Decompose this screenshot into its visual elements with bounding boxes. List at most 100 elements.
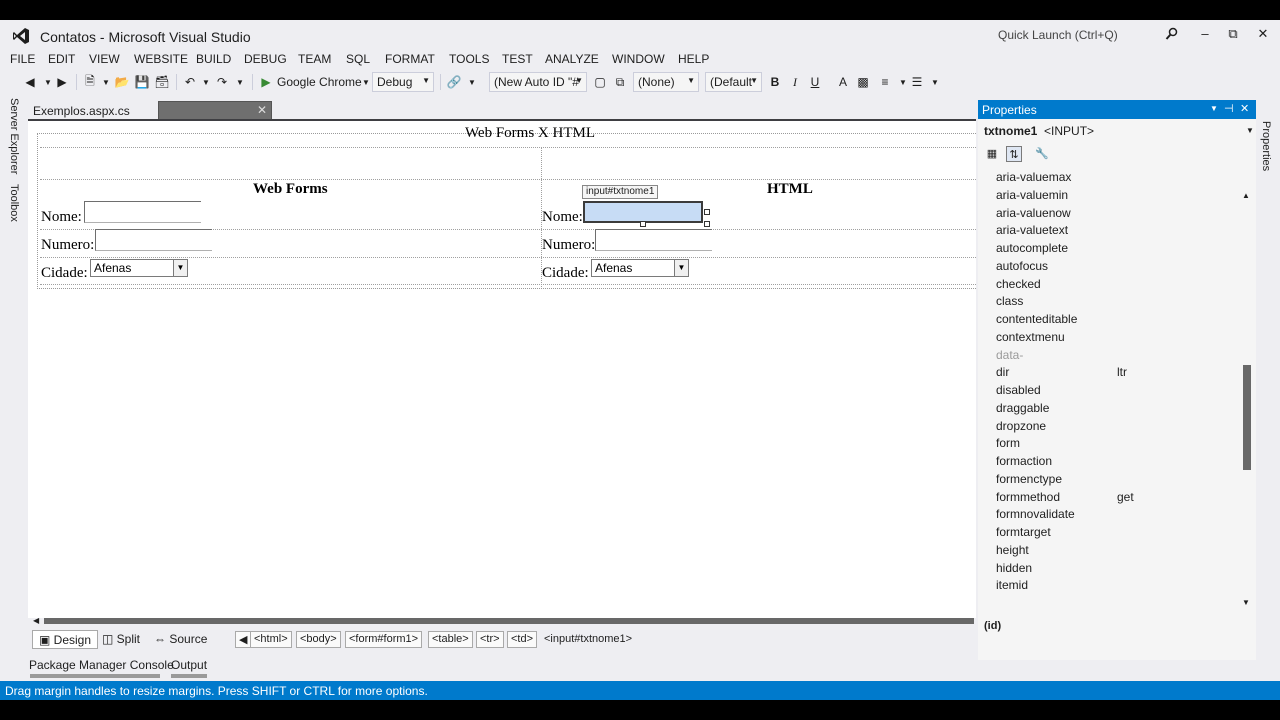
search-icon[interactable]	[1165, 27, 1179, 41]
chevron-down-icon[interactable]: ▼	[1246, 126, 1254, 135]
design-surface[interactable]: Web Forms X HTML Web Forms HTML Nome: Nu…	[28, 121, 976, 618]
breadcrumb-body[interactable]: <body>	[296, 631, 341, 648]
property-row[interactable]: aria-valuenow	[996, 206, 1236, 224]
undo-dropdown-icon[interactable]: ▼	[198, 74, 214, 90]
block-selection-icon[interactable]: ▢	[592, 74, 608, 90]
start-debugging-icon[interactable]: ▶	[258, 74, 274, 90]
property-row[interactable]: aria-valuemax	[996, 170, 1236, 188]
menu-build[interactable]: BUILD	[196, 52, 231, 66]
property-row[interactable]: formnovalidate	[996, 507, 1236, 525]
split-view-button[interactable]: ◫ Split	[96, 630, 146, 649]
breadcrumb-tr[interactable]: <tr>	[476, 631, 504, 648]
property-value[interactable]: get	[1117, 490, 1134, 504]
property-row[interactable]: hidden	[996, 561, 1236, 579]
menu-format[interactable]: FORMAT	[385, 52, 435, 66]
webforms-cidade-select[interactable]: Afenas ▼	[90, 259, 188, 277]
open-file-icon[interactable]: 📂	[114, 74, 130, 90]
underline-button[interactable]: U	[807, 74, 823, 90]
restore-icon[interactable]: ⧉	[1220, 23, 1246, 45]
close-tab-icon[interactable]: ✕	[257, 103, 267, 117]
tab-package-manager-console[interactable]: Package Manager Console	[29, 658, 174, 672]
close-panel-icon[interactable]: ✕	[1240, 102, 1249, 115]
menu-website[interactable]: WEBSITE	[134, 52, 188, 66]
bold-button[interactable]: B	[767, 74, 783, 90]
property-row[interactable]: dropzone	[996, 419, 1236, 437]
menu-tools[interactable]: TOOLS	[449, 52, 489, 66]
pin-icon[interactable]: ⊣	[1224, 102, 1234, 115]
foreground-color-icon[interactable]: A	[835, 74, 851, 90]
design-view-button[interactable]: ▣ Design	[32, 630, 99, 649]
breadcrumb-form[interactable]: <form#form1>	[345, 631, 423, 648]
close-icon[interactable]: ✕	[1250, 23, 1276, 45]
run-target-label[interactable]: Google Chrome	[277, 75, 362, 89]
property-row[interactable]: height	[996, 543, 1236, 561]
breadcrumb-table[interactable]: <table>	[428, 631, 473, 648]
property-row[interactable]: formaction	[996, 454, 1236, 472]
property-value[interactable]: ltr	[1117, 365, 1127, 379]
bullet-list-icon[interactable]: ☰	[909, 74, 925, 90]
menu-team[interactable]: TEAM	[298, 52, 331, 66]
class-combo[interactable]: (None) ▼	[633, 72, 699, 92]
property-row[interactable]: autofocus	[996, 259, 1236, 277]
property-row[interactable]: autocomplete	[996, 241, 1236, 259]
forward-icon[interactable]: ▶	[54, 74, 70, 90]
auto-id-combo[interactable]: (New Auto ID "# ▼	[489, 72, 587, 92]
breadcrumb-scroll-left-icon[interactable]: ◀	[235, 631, 252, 648]
resize-handle[interactable]	[640, 221, 646, 227]
configuration-combo[interactable]: Debug ▼	[372, 72, 434, 92]
save-all-icon[interactable]: 🗃	[154, 74, 170, 90]
properties-object-selector[interactable]: txtnome1 <INPUT>	[984, 124, 1094, 138]
property-row[interactable]: formtarget	[996, 525, 1236, 543]
categorized-icon[interactable]: ▦	[984, 146, 1000, 162]
menu-test[interactable]: TEST	[502, 52, 533, 66]
horizontal-scrollbar-thumb[interactable]	[44, 618, 974, 624]
server-explorer-tab[interactable]: Server Explorer	[8, 98, 20, 174]
property-row[interactable]: formenctype	[996, 472, 1236, 490]
properties-side-tab[interactable]: Properties	[1260, 121, 1272, 171]
scroll-up-icon[interactable]: ▲	[1242, 191, 1250, 200]
breadcrumb-html[interactable]: <html>	[250, 631, 292, 648]
properties-scrollbar-thumb[interactable]	[1243, 365, 1251, 470]
webforms-numero-input[interactable]	[95, 229, 212, 251]
breadcrumb-current[interactable]: <input#txtnome1>	[540, 631, 636, 648]
alphabetical-icon[interactable]: ⇅	[1006, 146, 1022, 162]
property-row[interactable]: draggable	[996, 401, 1236, 419]
html-cidade-select[interactable]: Afenas ▼	[591, 259, 689, 277]
new-dropdown-icon[interactable]: ▼	[98, 74, 114, 90]
position-icon[interactable]: ⧉	[612, 74, 628, 90]
property-pages-icon[interactable]: 🔧	[1034, 146, 1050, 162]
new-project-icon[interactable]: 🗎	[82, 74, 98, 90]
italic-button[interactable]: I	[787, 74, 803, 90]
breadcrumb-td[interactable]: <td>	[507, 631, 538, 648]
scroll-left-icon[interactable]: ◀	[33, 616, 39, 625]
toolbar-overflow-icon[interactable]: ▼	[927, 74, 943, 90]
font-combo[interactable]: (Default ▼	[705, 72, 762, 92]
menu-file[interactable]: FILE	[10, 52, 35, 66]
background-color-icon[interactable]: ▩	[855, 74, 871, 90]
back-icon[interactable]: ◀	[22, 74, 38, 90]
property-row[interactable]: aria-valuetext	[996, 223, 1236, 241]
browser-link-dropdown-icon[interactable]: ▼	[464, 74, 480, 90]
tab-output[interactable]: Output	[171, 658, 207, 672]
menu-window[interactable]: WINDOW	[612, 52, 665, 66]
toolbox-tab[interactable]: Toolbox	[8, 184, 20, 222]
undo-icon[interactable]: ↶	[182, 74, 198, 90]
panel-menu-icon[interactable]: ▼	[1210, 104, 1218, 113]
html-nome-input-selected[interactable]	[583, 201, 703, 223]
minimize-icon[interactable]: –	[1192, 23, 1218, 45]
menu-help[interactable]: HELP	[678, 52, 709, 66]
property-row[interactable]: data-	[996, 348, 1236, 366]
webforms-nome-input[interactable]	[84, 201, 201, 223]
menu-analyze[interactable]: ANALYZE	[545, 52, 599, 66]
html-numero-input[interactable]	[595, 229, 712, 251]
menu-view[interactable]: VIEW	[89, 52, 120, 66]
property-row[interactable]: aria-valuemin	[996, 188, 1236, 206]
menu-sql[interactable]: SQL	[346, 52, 370, 66]
property-row[interactable]: contenteditable	[996, 312, 1236, 330]
property-row[interactable]: disabled	[996, 383, 1236, 401]
redo-icon[interactable]: ↷	[214, 74, 230, 90]
source-view-button[interactable]: ⇔ Source	[148, 630, 213, 649]
quick-launch-input[interactable]: Quick Launch (Ctrl+Q)	[992, 25, 1192, 45]
property-row[interactable]: formmethod get	[996, 490, 1236, 508]
redo-dropdown-icon[interactable]: ▼	[232, 74, 248, 90]
